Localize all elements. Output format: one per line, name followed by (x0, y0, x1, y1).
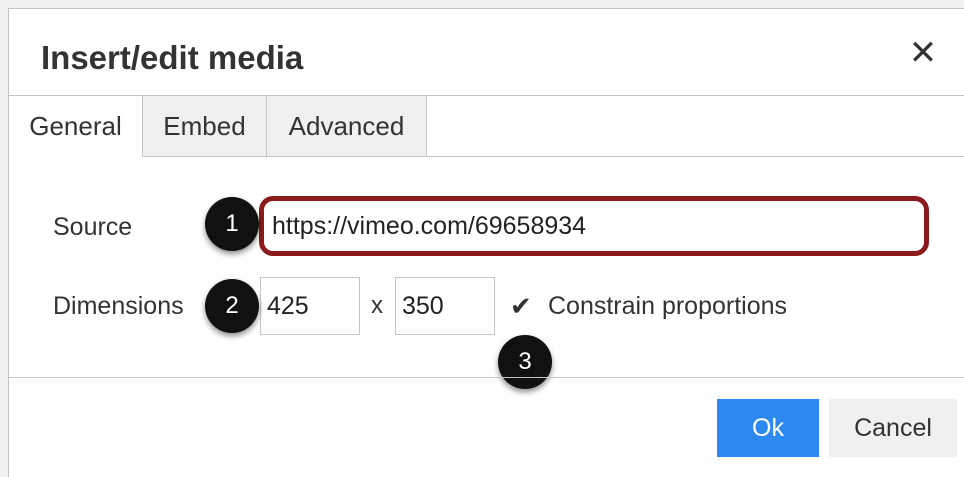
step-badge-3: 3 (498, 335, 552, 389)
step-badge-1: 1 (205, 197, 259, 251)
constrain-proportions-checkbox[interactable]: ✔ (510, 292, 538, 320)
source-input[interactable]: https://vimeo.com/69658934 (259, 196, 929, 256)
dialog-title: Insert/edit media (41, 39, 304, 76)
ok-button[interactable]: Ok (717, 399, 819, 457)
step-badge-2: 2 (205, 279, 259, 333)
cancel-button[interactable]: Cancel (829, 399, 957, 457)
dimensions-label: Dimensions (53, 292, 184, 320)
close-icon[interactable]: ✕ (905, 35, 941, 71)
source-label: Source (53, 213, 133, 241)
width-input[interactable]: 425 (260, 277, 360, 335)
footer-divider (9, 377, 964, 378)
height-input[interactable]: 350 (395, 277, 495, 335)
insert-edit-media-dialog: Insert/edit media ✕ General Embed Advanc… (8, 8, 964, 477)
tab-general[interactable]: General (9, 96, 143, 157)
tab-advanced[interactable]: Advanced (267, 96, 427, 156)
tab-embed[interactable]: Embed (143, 96, 267, 156)
dimension-separator: x (371, 292, 383, 319)
tab-bar: General Embed Advanced (9, 95, 964, 157)
constrain-proportions-label[interactable]: Constrain proportions (548, 292, 787, 321)
